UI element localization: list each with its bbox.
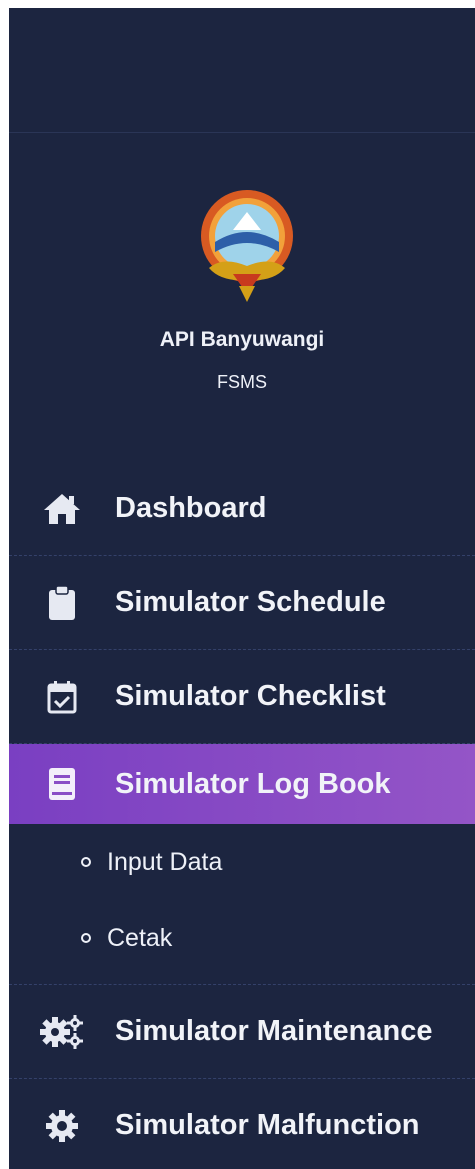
sidebar-item-dashboard[interactable]: Dashboard [9, 462, 475, 556]
brand-name: API Banyuwangi [159, 328, 325, 351]
sidebar-item-simulator-maintenance[interactable]: Simulator Maintenance [9, 985, 475, 1079]
submenu-log-book: Input Data Cetak [9, 824, 475, 985]
brand-subtitle: FSMS [216, 372, 267, 392]
divider [9, 976, 475, 985]
circle-icon [81, 933, 91, 943]
sidebar-item-label: Simulator Checklist [115, 680, 386, 712]
sidebar-menu: Dashboard Simulator Schedule Simulator C… [9, 462, 475, 1169]
sidebar-item-label: Simulator Maintenance [115, 1015, 433, 1047]
book-icon [37, 764, 87, 804]
sidebar-item-label: Simulator Malfunction [115, 1109, 420, 1141]
sidebar: API Banyuwangi FSMS Dashboard Simulator … [9, 8, 475, 1169]
clipboard-icon [37, 583, 87, 623]
sidebar-item-simulator-schedule[interactable]: Simulator Schedule [9, 556, 475, 650]
submenu-item-label: Cetak [107, 923, 173, 952]
submenu-item-input-data[interactable]: Input Data [9, 824, 475, 900]
sidebar-item-label: Simulator Schedule [115, 586, 386, 618]
gear-icon [37, 1106, 87, 1146]
sidebar-item-simulator-log-book[interactable]: Simulator Log Book [9, 744, 475, 824]
sidebar-item-label: Simulator Log Book [115, 767, 391, 800]
sidebar-item-simulator-malfunction[interactable]: Simulator Malfunction [9, 1079, 475, 1169]
home-icon [37, 489, 87, 529]
circle-icon [81, 857, 91, 867]
calendar-check-icon [37, 677, 87, 717]
sidebar-item-label: Dashboard [115, 492, 267, 524]
brand-block: API Banyuwangi FSMS [9, 132, 475, 462]
submenu-item-label: Input Data [107, 847, 223, 876]
cogs-icon [37, 1012, 87, 1052]
sidebar-item-simulator-checklist[interactable]: Simulator Checklist [9, 650, 475, 744]
logo [193, 182, 301, 310]
sidebar-header [9, 8, 475, 133]
submenu-item-cetak[interactable]: Cetak [9, 900, 475, 976]
